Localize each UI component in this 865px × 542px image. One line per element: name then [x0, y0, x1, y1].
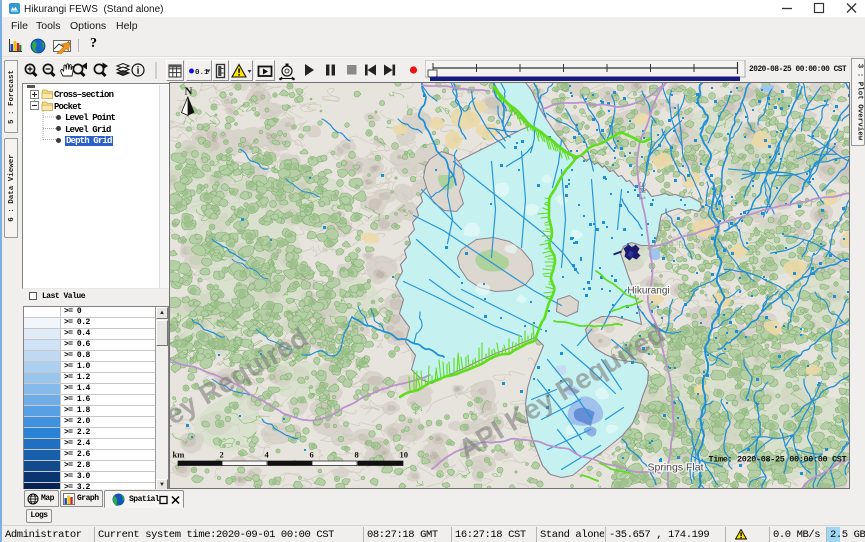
svg-text:Time: 2020-08-25 00:00:00 CST: Time: 2020-08-25 00:00:00 CST [709, 455, 847, 465]
svg-text:SH 1: SH 1 [638, 182, 648, 201]
svg-text:i: i [137, 66, 140, 77]
svg-text:10: 10 [400, 450, 409, 460]
svg-text:8: 8 [355, 450, 359, 460]
svg-text:6: 6 [310, 450, 314, 460]
svg-text:N: N [185, 86, 193, 98]
svg-text:Hikurangi: Hikurangi [627, 286, 669, 297]
svg-text:2: 2 [220, 450, 224, 460]
svg-text:Springs Flat: Springs Flat [647, 462, 703, 474]
svg-text:km: km [173, 450, 185, 460]
